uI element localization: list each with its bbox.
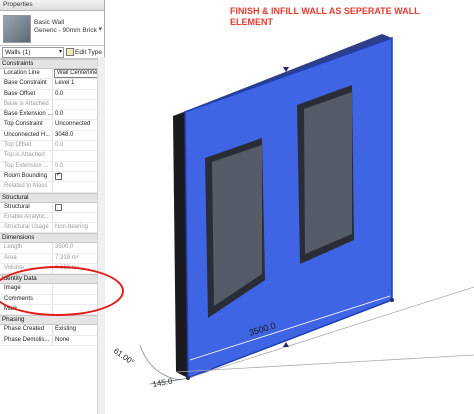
property-key: Location Line	[0, 69, 53, 79]
window-glass-right	[304, 92, 352, 254]
section-header[interactable]: Constraints⌃	[0, 59, 104, 69]
property-key: Enable Analytic...	[0, 212, 53, 223]
property-row[interactable]: Top Constraint Unconnected	[0, 120, 104, 131]
property-key: Top Offset	[0, 141, 53, 151]
annotation-note: FINISH & INFILL WALL AS SEPERATE WALL EL…	[230, 6, 420, 27]
property-value[interactable]: Wall Centerline	[54, 69, 103, 79]
property-key: Area	[0, 253, 53, 264]
instance-filter-dropdown[interactable]: Walls (1) ▾	[2, 46, 65, 58]
edit-type-label: Edit Type	[75, 48, 102, 56]
property-key: Base is Attached	[0, 99, 53, 110]
property-row[interactable]: Location Line Wall Centerline	[0, 69, 104, 80]
type-selector[interactable]: Basic Wall Generic - 90mm Brick ▾	[0, 11, 104, 46]
property-row[interactable]: Base Constraint Level 1	[0, 79, 104, 90]
section-label: Dimensions	[2, 234, 35, 242]
property-row[interactable]: Unconnected H... 3048.0	[0, 130, 104, 142]
property-key: Structural	[0, 202, 53, 212]
property-row[interactable]: Area 7.319 m²	[0, 253, 104, 265]
angle-dimension-text[interactable]: 61.00°	[112, 346, 136, 367]
section-header[interactable]: Phasing⌃	[0, 315, 104, 326]
palette-scrollbar[interactable]	[97, 57, 105, 414]
property-key: Base Offset	[0, 89, 53, 99]
property-key: Phase Demolis...	[0, 335, 53, 345]
type-dropdown-icon[interactable]: ▾	[98, 25, 102, 33]
property-row[interactable]: Structural Usage Non-bearing	[0, 223, 104, 234]
property-row[interactable]: Top Offset 0.0	[0, 141, 104, 152]
property-key: Top Extension ...	[0, 161, 53, 171]
property-row[interactable]: Phase Created Existing	[0, 325, 104, 336]
property-row[interactable]: Base Offset 0.0	[0, 89, 104, 100]
section-label: Constraints	[2, 60, 34, 67]
chevron-down-icon: ▾	[59, 48, 63, 55]
property-key: Top Constraint	[0, 120, 53, 130]
property-row[interactable]: Top is Attached	[0, 151, 104, 162]
angle-arc	[139, 344, 181, 381]
property-row[interactable]: Room Bounding	[0, 171, 104, 183]
instance-filter-row: Walls (1) ▾ Edit Type	[0, 46, 104, 59]
property-row[interactable]: Related to Mass	[0, 182, 104, 193]
property-key: Phase Created	[0, 325, 53, 335]
property-row[interactable]: Structural	[0, 202, 104, 213]
property-key: Top is Attached	[0, 151, 53, 161]
property-checkbox[interactable]	[55, 172, 62, 181]
section-label: Structural	[2, 193, 29, 201]
property-row[interactable]: Enable Analytic...	[0, 212, 104, 224]
thickness-dimension-text[interactable]: 145.0	[152, 377, 174, 389]
3d-view[interactable]: 3500.0 61.00° 145.0 FINISH & INFILL WALL…	[105, 0, 474, 414]
palette-title: Properties	[0, 0, 104, 11]
edit-type-icon	[66, 48, 75, 56]
type-label: Generic - 90mm Brick	[34, 27, 97, 34]
section-label: Phasing	[2, 316, 25, 324]
type-name: Basic Wall Generic - 90mm Brick	[34, 19, 97, 35]
property-row[interactable]: Top Extension ... 0.0	[0, 161, 104, 172]
edit-type-button[interactable]: Edit Type	[66, 48, 102, 56]
wall-end-grip-icon[interactable]	[390, 298, 394, 302]
property-key: Unconnected H...	[0, 130, 53, 141]
property-checkbox[interactable]	[55, 204, 62, 212]
section-header[interactable]: Structural⌃	[0, 192, 104, 203]
property-key: Related to Mass	[0, 182, 53, 192]
property-row[interactable]: Base Extension ... 0.0	[0, 110, 104, 121]
wall-type-thumbnail	[3, 15, 31, 43]
wall-model: 3500.0 61.00° 145.0	[112, 34, 474, 389]
property-key: Base Constraint	[0, 79, 53, 89]
property-key: Length	[0, 243, 53, 253]
property-key: Room Bounding	[0, 171, 53, 182]
property-row[interactable]: Length 3500.0	[0, 243, 104, 254]
grip-arrow-icon[interactable]	[283, 342, 289, 347]
property-key: Structural Usage	[0, 223, 53, 233]
property-key: Base Extension ...	[0, 110, 53, 120]
properties-palette: Properties Basic Wall Generic - 90mm Bri…	[0, 0, 105, 414]
type-family: Basic Wall	[34, 19, 65, 26]
instance-filter-value: Walls (1)	[5, 48, 31, 56]
property-row[interactable]: Base is Attached	[0, 99, 104, 111]
property-row[interactable]: Phase Demolis... None	[0, 335, 104, 346]
section-header[interactable]: Dimensions⌃	[0, 233, 104, 244]
